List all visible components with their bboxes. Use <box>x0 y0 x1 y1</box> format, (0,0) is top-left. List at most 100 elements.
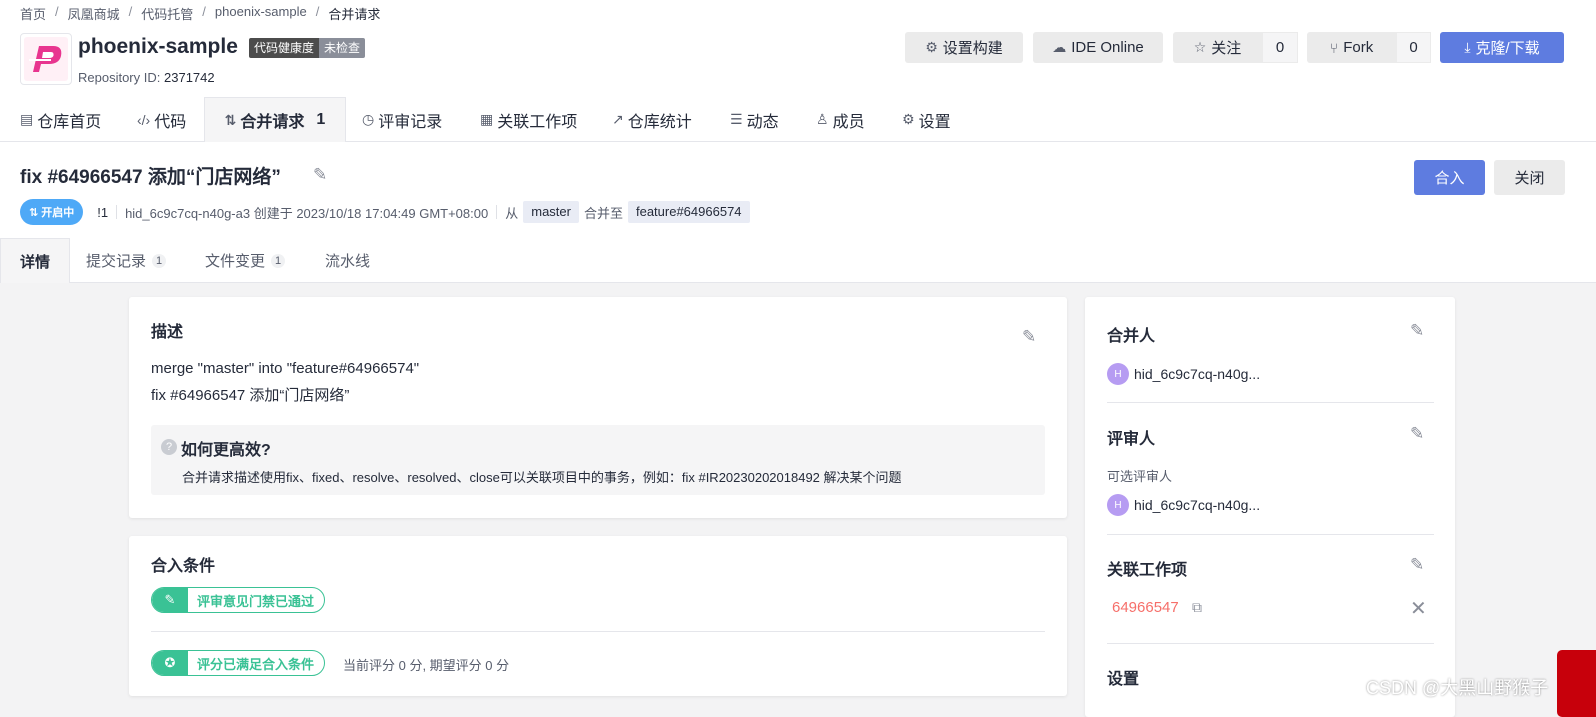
divider <box>116 205 118 219</box>
help-icon: ? <box>161 439 177 455</box>
tab-repo-stats[interactable]: ↗ 仓库统计 <box>612 97 692 142</box>
target-branch[interactable]: feature#64966574 <box>627 201 750 223</box>
cloud-icon: ☁ <box>1052 39 1067 55</box>
merge-conditions-card: 合入条件 ✎ 评审意见门禁已通过 ✪ 评分已满足合入条件 当前评分 0 分, 期… <box>129 536 1067 696</box>
workitem-link[interactable]: 64966547 <box>1112 599 1179 616</box>
mr-number: !1 <box>97 204 109 220</box>
star-badge-icon: ✪ <box>152 651 188 675</box>
breadcrumb-home[interactable]: 首页 <box>20 4 46 23</box>
copy-icon[interactable]: ⧉ <box>1192 599 1202 616</box>
breadcrumb-separator: / <box>128 4 133 19</box>
tab-repo-home[interactable]: ▤ 仓库首页 <box>20 97 101 142</box>
tab-count: 1 <box>316 111 326 128</box>
breadcrumb-code-hosting[interactable]: 代码托管 <box>141 4 193 23</box>
watch-label: 关注 <box>1211 40 1242 57</box>
status-badge: ⇅ 开启中 <box>20 199 84 225</box>
divider <box>496 205 498 219</box>
file-icon: ▤ <box>20 111 34 127</box>
watch-count[interactable]: 0 <box>1262 32 1298 63</box>
repo-id-value: 2371742 <box>164 70 215 85</box>
tab-label: 评审记录 <box>378 113 443 131</box>
merger-title: 合并人 <box>1107 328 1156 345</box>
description-line: fix #64966547 添加“门店网络” <box>151 387 350 404</box>
tab-merge-requests[interactable]: ⇅ 合并请求 1 <box>204 97 346 142</box>
edit-reviewer-icon[interactable]: ✎ <box>1410 424 1424 444</box>
from-label: 从 <box>505 205 519 221</box>
tab-work-items[interactable]: ▦ 关联工作项 <box>480 97 577 142</box>
tab-members[interactable]: ♙ 成员 <box>816 97 865 142</box>
check-edit-icon: ✎ <box>152 588 188 612</box>
tab-file-changes[interactable]: 文件变更 1 <box>205 238 286 283</box>
tab-activity[interactable]: ☰ 动态 <box>730 97 779 142</box>
merge-icon: ⇅ <box>29 206 39 219</box>
code-health-badge[interactable]: 代码健康度 未检查 <box>249 38 366 58</box>
tab-details[interactable]: 详情 <box>0 238 70 283</box>
score-gate-badge: ✪ 评分已满足合入条件 <box>151 650 326 676</box>
source-branch[interactable]: master <box>523 201 579 223</box>
detail-tabs: 详情 提交记录 1 文件变更 1 流水线 <box>0 238 1596 283</box>
tab-label: 详情 <box>19 253 50 271</box>
fork-button[interactable]: ⑂ Fork <box>1307 32 1396 63</box>
feedback-tab[interactable] <box>1557 650 1596 717</box>
edit-description-icon[interactable]: ✎ <box>1022 327 1036 347</box>
workitem-icon: ▦ <box>480 111 494 127</box>
breadcrumb: 首页 / 凤凰商城 / 代码托管 / phoenix-sample / 合并请求 <box>20 4 380 23</box>
edit-workitem-icon[interactable]: ✎ <box>1410 555 1424 575</box>
tab-label: 仓库首页 <box>37 113 102 131</box>
description-card: 描述 ✎ merge "master" into "feature#649665… <box>129 297 1067 518</box>
tab-label: 文件变更 <box>205 253 266 270</box>
fork-count[interactable]: 0 <box>1396 32 1431 63</box>
ide-online-label: IDE Online <box>1071 39 1144 56</box>
breadcrumb-project[interactable]: 凤凰商城 <box>68 4 120 23</box>
gear-icon: ⚙ <box>925 39 938 55</box>
tab-pipeline[interactable]: 流水线 <box>325 238 370 283</box>
tab-label: 合并请求 <box>240 114 305 131</box>
download-icon: ⤓ <box>1464 39 1471 55</box>
divider <box>1107 643 1434 644</box>
tab-label: 仓库统计 <box>627 113 692 131</box>
settings-title: 设置 <box>1107 671 1140 688</box>
tip-text: 合并请求描述使用fix、fixed、resolve、resolved、close… <box>182 470 902 485</box>
fork-label: Fork <box>1343 39 1374 56</box>
merge-icon: ⇅ <box>224 111 237 128</box>
breadcrumb-separator: / <box>315 4 320 19</box>
watch-button[interactable]: ☆ 关注 <box>1173 32 1262 63</box>
breadcrumb-repo[interactable]: phoenix-sample <box>215 4 307 23</box>
tab-label: 设置 <box>918 113 951 131</box>
tab-label: 流水线 <box>325 253 371 270</box>
breadcrumb-current: 合并请求 <box>328 7 381 22</box>
code-icon: ‹/› <box>137 111 151 128</box>
avatar: H <box>1107 363 1129 385</box>
user-icon: ♙ <box>816 111 829 127</box>
repo-logo <box>20 33 72 85</box>
description-title: 描述 <box>151 324 184 341</box>
tab-label: 代码 <box>154 113 187 131</box>
close-button[interactable]: 关闭 <box>1494 160 1565 195</box>
review-gate-badge: ✎ 评审意见门禁已通过 <box>151 587 326 613</box>
edit-title-icon[interactable]: ✎ <box>313 165 327 185</box>
gear-icon: ⚙ <box>902 111 915 127</box>
repo-name[interactable]: phoenix-sample <box>78 35 238 59</box>
close-icon[interactable]: ✕ <box>1410 596 1427 621</box>
status-label: 开启中 <box>41 207 75 219</box>
ide-online-button[interactable]: ☁ IDE Online <box>1033 32 1163 63</box>
tab-review-records[interactable]: ◷ 评审记录 <box>362 97 442 142</box>
edit-merger-icon[interactable]: ✎ <box>1410 321 1424 341</box>
tab-commits[interactable]: 提交记录 1 <box>86 238 167 283</box>
merger-name[interactable]: hid_6c9c7cq-n40g... <box>1134 366 1260 382</box>
sidebar-card: 合并人 ✎ H hid_6c9c7cq-n40g... 评审人 ✎ 可选评审人 … <box>1085 297 1455 717</box>
clone-download-button[interactable]: ⤓ 克隆/下载 <box>1440 32 1564 63</box>
list-icon: ☰ <box>730 111 743 127</box>
merge-button[interactable]: 合入 <box>1414 160 1485 195</box>
tab-count: 1 <box>152 253 167 268</box>
watermark: CSDN @大黑山野猴子 <box>1366 678 1549 698</box>
divider <box>151 631 1045 632</box>
settings-build-button[interactable]: ⚙ 设置构建 <box>905 32 1023 63</box>
tab-settings[interactable]: ⚙ 设置 <box>902 97 951 142</box>
conditions-title: 合入条件 <box>151 558 216 575</box>
settings-build-label: 设置构建 <box>942 40 1003 57</box>
reviewer-name[interactable]: hid_6c9c7cq-n40g... <box>1134 497 1260 513</box>
tab-code[interactable]: ‹/› 代码 <box>137 97 186 142</box>
repo-nav: ▤ 仓库首页 ‹/› 代码 ⇅ 合并请求 1 ◷ 评审记录 ▦ 关联工作项 ↗ 仓库统计 ☰ 动… <box>0 97 1596 142</box>
merge-request-meta: ⇅ 开启中 !1 hid_6c9c7cq-n40g-a3 创建于 2023/10/… <box>20 199 755 225</box>
